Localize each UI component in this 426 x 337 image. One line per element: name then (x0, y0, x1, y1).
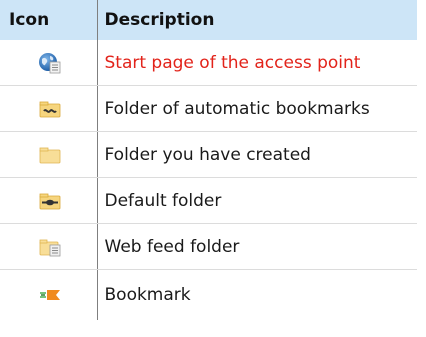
table-row: Bookmark (0, 269, 417, 320)
table-row: Folder you have created (0, 131, 417, 178)
table-row: Default folder (0, 177, 417, 224)
folder-document-icon (38, 236, 62, 258)
table-row: Web feed folder (0, 223, 417, 270)
icon-description-table: Icon Description Start page of the acces… (0, 0, 417, 320)
bookmark-tag-icon (38, 284, 62, 306)
row-description: Bookmark (96, 269, 417, 320)
row-description: Default folder (96, 177, 417, 224)
row-description: Start page of the access point (96, 40, 417, 86)
table-row: Start page of the access point (0, 40, 417, 86)
folder-icon (38, 144, 62, 166)
table-row: Folder of automatic bookmarks (0, 85, 417, 132)
row-description: Folder of automatic bookmarks (96, 85, 417, 132)
folder-wave-icon (38, 98, 62, 120)
globe-document-icon (38, 52, 62, 74)
table-header-row: Icon Description (0, 0, 417, 40)
row-description: Web feed folder (96, 223, 417, 270)
row-description: Folder you have created (96, 131, 417, 178)
header-icon: Icon (0, 0, 97, 40)
header-description: Description (96, 0, 417, 40)
folder-default-icon (38, 190, 62, 212)
